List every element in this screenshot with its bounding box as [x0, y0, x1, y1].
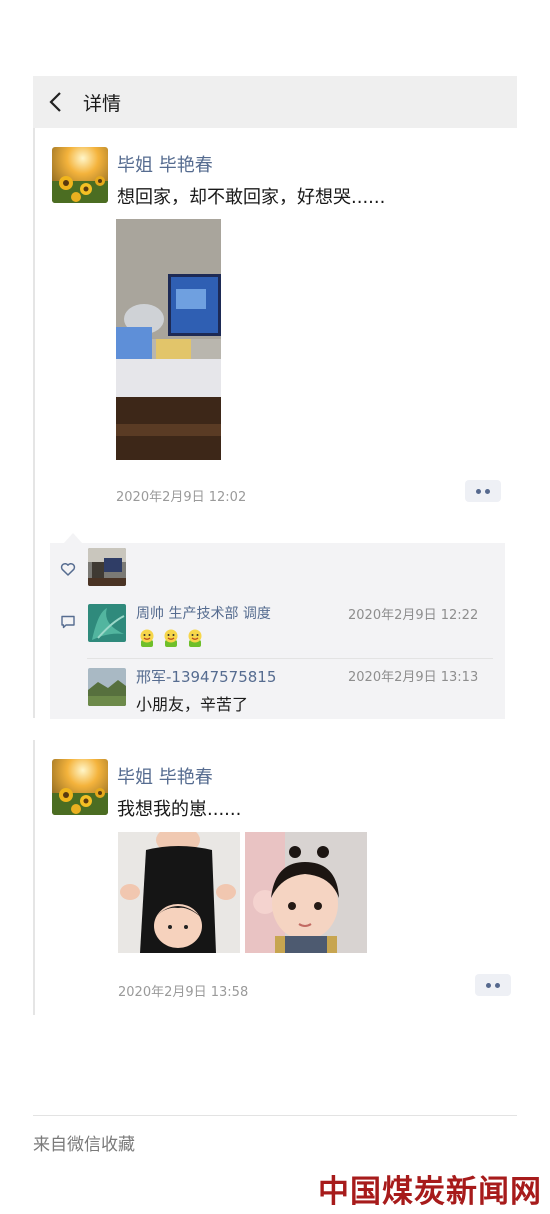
nav-bar: 详情 [33, 76, 517, 128]
commenter-name[interactable]: 周帅 生产技术部 调度 [136, 603, 271, 623]
comment-icon [61, 615, 75, 629]
grin-emoji-icon [164, 629, 178, 647]
heart-icon [60, 563, 76, 576]
post-photo[interactable] [118, 832, 240, 953]
grin-emoji-icon [188, 629, 202, 647]
post-time: 2020年2月9日 13:58 [118, 985, 249, 1000]
card-edge [33, 740, 35, 1015]
commenter-name[interactable]: 邢军-13947575815 [136, 666, 276, 687]
comment-time: 2020年2月9日 13:13 [348, 670, 479, 685]
dot-icon [486, 983, 491, 988]
dot-icon [485, 489, 490, 494]
sunflower-avatar-image [52, 759, 108, 815]
avatar[interactable] [52, 147, 108, 203]
commenter-avatar[interactable] [88, 604, 126, 642]
chevron-left-icon[interactable] [45, 90, 69, 114]
card-edge [33, 128, 35, 718]
dot-icon [495, 983, 500, 988]
post-photo[interactable] [116, 219, 221, 460]
dot-icon [476, 489, 481, 494]
footer-divider [33, 1115, 517, 1116]
source-label: 来自微信收藏 [33, 1135, 135, 1155]
post-text: 想回家，却不敢回家，好想哭...... [117, 187, 386, 208]
child-photo-image [245, 832, 367, 953]
desk-photo-image [116, 219, 221, 460]
office-avatar-image [88, 548, 126, 586]
landscape-avatar-image [88, 668, 126, 706]
post-text: 我想我的崽...... [117, 799, 242, 820]
post-time: 2020年2月9日 12:02 [116, 490, 247, 505]
commenter-avatar[interactable] [88, 668, 126, 706]
page-title: 详情 [83, 93, 122, 115]
watermark: 中国煤炭新闻网 [318, 1174, 542, 1210]
plant-avatar-image [88, 604, 126, 642]
liker-avatar[interactable] [88, 548, 126, 586]
grin-emoji-icon [140, 629, 154, 647]
comment-divider [87, 658, 493, 659]
mother-child-photo-image [118, 832, 240, 953]
author-name[interactable]: 毕姐 毕艳春 [117, 151, 213, 177]
sunflower-avatar-image [52, 147, 108, 203]
author-name[interactable]: 毕姐 毕艳春 [117, 763, 213, 789]
comment-text: 小朋友，辛苦了 [136, 695, 249, 714]
more-options-button[interactable] [465, 480, 501, 502]
avatar[interactable] [52, 759, 108, 815]
panel-arrow [64, 533, 82, 543]
post-photo[interactable] [245, 832, 367, 953]
comment-time: 2020年2月9日 12:22 [348, 608, 479, 623]
more-options-button[interactable] [475, 974, 511, 996]
